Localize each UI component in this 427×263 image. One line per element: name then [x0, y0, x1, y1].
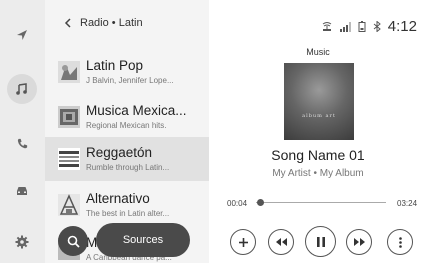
station-title: Latin Pop: [86, 58, 144, 73]
station-subtitle: The best in Latin alter...: [86, 209, 170, 218]
status-bar: 4:12: [321, 18, 417, 35]
rewind-icon: [275, 238, 287, 246]
alternativo-thumbnail: [58, 194, 80, 216]
app-rail: [0, 0, 45, 263]
song-title: Song Name 01: [271, 147, 365, 163]
add-button[interactable]: [230, 229, 256, 255]
breadcrumb: Radio • Latin: [80, 17, 143, 29]
settings-icon[interactable]: [7, 227, 37, 257]
wireless-charging-icon: [321, 21, 333, 32]
album-art-text: album art: [302, 113, 336, 119]
pause-icon: [316, 236, 325, 247]
album-art: album art: [284, 63, 354, 140]
search-button[interactable]: [58, 226, 88, 256]
station-row-musica-mexicana[interactable]: Musica Mexica... Regional Mexican hits.: [45, 95, 209, 139]
pause-button[interactable]: [305, 226, 336, 257]
station-row-alternativo[interactable]: Alternativo The best in Latin alter...: [45, 183, 209, 227]
rewind-button[interactable]: [268, 229, 294, 255]
bluetooth-icon: [373, 21, 381, 32]
chevron-left-icon[interactable]: [59, 14, 77, 32]
add-icon: [238, 237, 249, 248]
phone-icon[interactable]: [7, 128, 37, 158]
station-title: Musica Mexica...: [86, 103, 187, 118]
progress-track[interactable]: [256, 202, 386, 203]
artist-album: My Artist • My Album: [272, 168, 364, 179]
battery-icon: [358, 21, 366, 32]
station-subtitle: J Balvin, Jennifer Lope...: [86, 76, 174, 85]
station-title: Reggaetón: [86, 145, 153, 160]
progress-handle[interactable]: [256, 199, 264, 206]
total-time: 03:24: [397, 199, 418, 208]
search-icon: [67, 235, 80, 248]
latin-pop-thumbnail: [58, 61, 80, 83]
more-options-icon: [398, 236, 402, 248]
musica-mexicana-thumbnail: [58, 106, 80, 128]
navigation-arrow-icon[interactable]: [7, 20, 37, 50]
signal-icon: [339, 21, 351, 32]
music-note-icon[interactable]: [7, 74, 37, 104]
elapsed-time: 00:04: [227, 199, 248, 208]
now-playing-source: Music: [306, 47, 330, 57]
reggaeton-thumbnail: [58, 148, 80, 170]
fast-forward-icon: [353, 238, 365, 246]
station-title: Alternativo: [86, 191, 150, 206]
clock: 4:12: [387, 18, 417, 35]
station-subtitle: Regional Mexican hits.: [86, 121, 167, 130]
car-icon[interactable]: [7, 176, 37, 206]
station-row-reggaeton[interactable]: Reggaetón Rumble through Latin...: [45, 137, 209, 181]
station-row-latin-pop[interactable]: Latin Pop J Balvin, Jennifer Lope...: [45, 50, 209, 94]
station-subtitle: Rumble through Latin...: [86, 163, 170, 172]
sources-button[interactable]: Sources: [96, 223, 190, 257]
more-options-button[interactable]: [387, 229, 413, 255]
fast-forward-button[interactable]: [346, 229, 372, 255]
